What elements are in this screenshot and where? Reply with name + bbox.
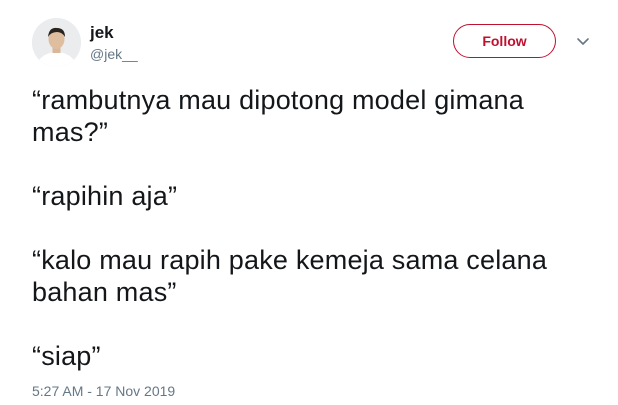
tweet-paragraph: “rambutnya mau dipotong model gimana mas…: [32, 84, 602, 148]
avatar-image: [32, 18, 81, 67]
tweet-line: “siap”: [32, 341, 101, 371]
tweet-line: “kalo mau rapih pake kemeja sama celana: [32, 245, 548, 275]
tweet-timestamp[interactable]: 5:27 AM - 17 Nov 2019: [32, 382, 175, 400]
tweet-paragraph: “siap”: [32, 340, 602, 372]
chevron-down-icon[interactable]: [576, 36, 590, 48]
tweet-paragraph: “rapihin aja”: [32, 180, 602, 212]
tweet-paragraph: “kalo mau rapih pake kemeja sama celana …: [32, 244, 602, 308]
tweet-card: jek @jek__ Follow “rambutnya mau dipoton…: [0, 0, 618, 405]
tweet-line: mas?”: [32, 117, 109, 147]
display-name[interactable]: jek: [90, 23, 114, 43]
follow-button[interactable]: Follow: [453, 24, 556, 58]
tweet-line: “rambutnya mau dipotong model gimana: [32, 85, 524, 115]
tweet-text: “rambutnya mau dipotong model gimana mas…: [32, 84, 602, 372]
user-handle[interactable]: @jek__: [90, 45, 138, 63]
tweet-line: bahan mas”: [32, 277, 177, 307]
avatar[interactable]: [32, 18, 81, 67]
tweet-line: “rapihin aja”: [32, 181, 178, 211]
